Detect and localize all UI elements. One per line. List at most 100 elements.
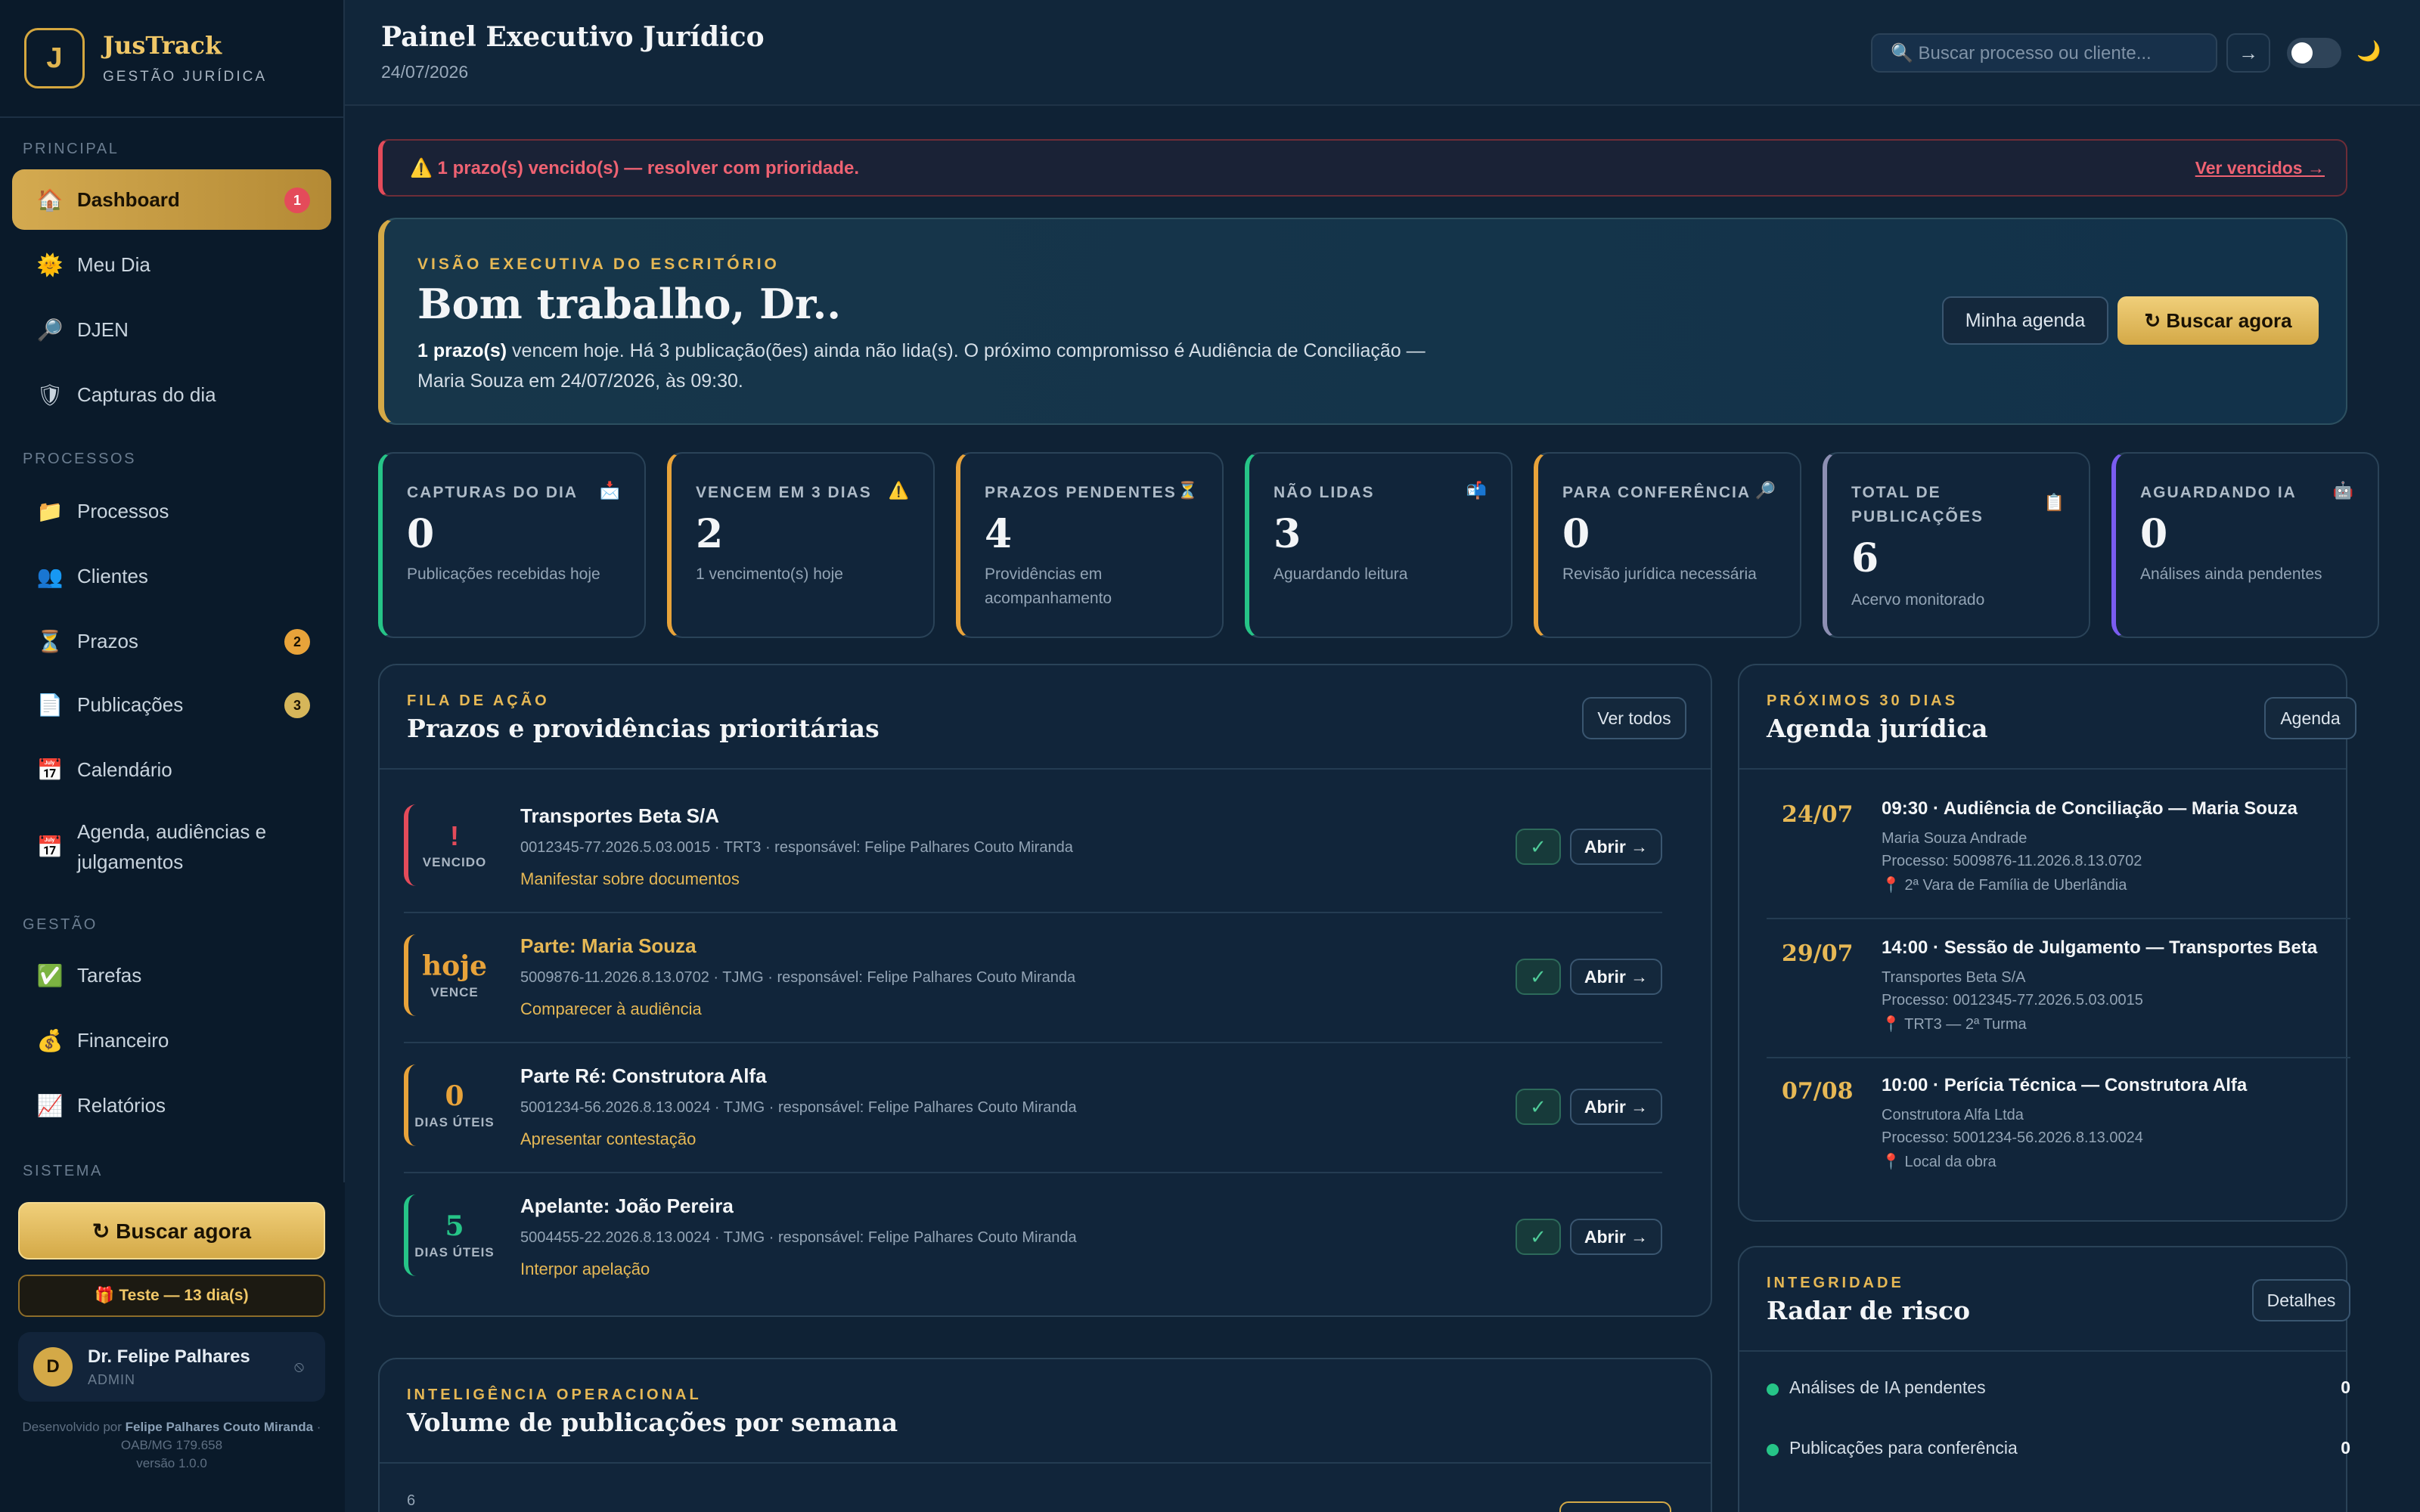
- user-card[interactable]: D Dr. Felipe Palhares ADMIN ⦸: [18, 1332, 325, 1402]
- agenda-event[interactable]: 07/08 10:00 · Perícia Técnica — Construt…: [1767, 1057, 2350, 1196]
- kpi-subtext: Providências em acompanhamento: [985, 565, 1112, 607]
- app-version: versão 1.0.0: [136, 1456, 207, 1470]
- complete-button[interactable]: ✓: [1516, 1219, 1561, 1255]
- chart-tooltip: [1559, 1501, 1671, 1512]
- top-header: Painel Executivo Jurídico 24/07/2026 🔍 B…: [345, 0, 2420, 106]
- page-title: Painel Executivo Jurídico: [381, 21, 765, 53]
- deadline-badge: 0 DIAS ÚTEIS: [404, 1064, 501, 1146]
- ver-vencidos-link[interactable]: Ver vencidos →: [2195, 158, 2325, 178]
- card-eyebrow: INTEGRIDADE: [1767, 1275, 1904, 1291]
- task-name: Parte: Maria Souza: [520, 934, 697, 957]
- sidebar-item-publicacoes[interactable]: 📄 Publicações 3: [12, 674, 331, 735]
- sun-icon: 🌞: [36, 253, 64, 277]
- agenda-button[interactable]: Agenda: [2264, 697, 2356, 739]
- money-bag-icon: 💰: [36, 1028, 64, 1052]
- task-action: Apresentar contestação: [520, 1129, 697, 1148]
- card-title: Agenda jurídica: [1767, 714, 1988, 743]
- hero-eyebrow: VISÃO EXECUTIVA DO ESCRITÓRIO: [417, 256, 780, 273]
- sidebar-item-relatorios[interactable]: 📈 Relatórios: [12, 1075, 331, 1136]
- card-title: Prazos e providências prioritárias: [407, 714, 880, 743]
- open-button[interactable]: Abrir →: [1570, 1089, 1662, 1125]
- task-meta: 0012345-77.2026.5.03.0015 · TRT3 · respo…: [520, 839, 1073, 856]
- task-meta: 5004455-22.2026.8.13.0024 · TJMG · respo…: [520, 1229, 1077, 1246]
- sidebar-item-financeiro[interactable]: 💰 Financeiro: [12, 1010, 331, 1070]
- open-button[interactable]: Abrir →: [1570, 1219, 1662, 1255]
- sidebar-item-djen[interactable]: 🔎 DJEN: [12, 299, 331, 360]
- kpi-value: 6: [1851, 535, 1879, 581]
- kpi-vencem[interactable]: VENCEM EM 3 DIAS ⚠️ 2 1 vencimento(s) ho…: [667, 452, 935, 638]
- sidebar-item-label: Meu Dia: [77, 253, 150, 276]
- event-place: 📍 2ª Vara de Família de Uberlândia: [1882, 877, 2127, 894]
- ver-todos-button[interactable]: Ver todos: [1582, 697, 1686, 739]
- agenda-event[interactable]: 29/07 14:00 · Sessão de Julgamento — Tra…: [1767, 919, 2350, 1058]
- open-button[interactable]: Abrir →: [1570, 829, 1662, 865]
- agenda-event[interactable]: 24/07 09:30 · Audiência de Conciliação —…: [1767, 780, 2350, 919]
- kpi-total-publicacoes[interactable]: TOTAL DE PUBLICAÇÕES 📋 6 Acervo monitora…: [1823, 452, 2090, 638]
- event-process: Processo: 5001234-56.2026.8.13.0024: [1882, 1129, 2143, 1146]
- event-party: Construtora Alfa Ltda: [1882, 1107, 2024, 1123]
- sidebar-item-label: Dashboard: [77, 187, 180, 211]
- card-divider: [1739, 1350, 2346, 1352]
- hero-title: Bom trabalho, Dr..: [417, 280, 842, 328]
- kpi-value: 0: [2140, 511, 2168, 557]
- sidebar-item-dashboard[interactable]: 🏠 Dashboard 1: [12, 169, 331, 230]
- event-process: Processo: 5009876-11.2026.8.13.0702: [1882, 853, 2142, 869]
- calendar-icon: 📅: [36, 758, 64, 782]
- search-go-button[interactable]: →: [2226, 33, 2270, 73]
- deadline-unit: DIAS ÚTEIS: [414, 1245, 495, 1259]
- sidebar-item-tarefas[interactable]: ✅ Tarefas: [12, 945, 331, 1005]
- deadline-value: !: [450, 820, 459, 851]
- volume-chart-card: INTELIGÊNCIA OPERACIONAL Volume de publi…: [378, 1358, 1712, 1512]
- sidebar-item-processos[interactable]: 📁 Processos: [12, 481, 331, 541]
- hero-buscar-button[interactable]: ↻ Buscar agora: [2118, 296, 2319, 345]
- hero-summary: 1 prazo(s) vencem hoje. Há 3 publicação(…: [417, 336, 1476, 396]
- sidebar-item-label: Calendário: [77, 758, 172, 781]
- magnifier-icon: 🔎: [1754, 481, 1776, 500]
- kpi-prazos-pendentes[interactable]: PRAZOS PENDENTES ⏳ 4 Providências em aco…: [956, 452, 1224, 638]
- detalhes-button[interactable]: Detalhes: [2252, 1279, 2350, 1321]
- sidebar-item-clientes[interactable]: 👥 Clientes: [12, 546, 331, 606]
- kpi-nao-lidas[interactable]: NÃO LIDAS 📬 3 Aguardando leitura: [1245, 452, 1512, 638]
- sidebar-item-label: Processos: [77, 499, 169, 522]
- task-action: Manifestar sobre documentos: [520, 869, 740, 888]
- open-button[interactable]: Abrir →: [1570, 959, 1662, 995]
- risk-value: 0: [2341, 1438, 2350, 1458]
- moon-icon: 🌙: [2356, 39, 2381, 62]
- hourglass-icon: ⏳: [1177, 481, 1198, 500]
- kpi-capturas[interactable]: CAPTURAS DO DIA 📩 0 Publicações recebida…: [378, 452, 646, 638]
- complete-button[interactable]: ✓: [1516, 829, 1561, 865]
- kpi-label: VENCEM EM 3 DIAS: [696, 484, 872, 501]
- hourglass-icon: ⏳: [36, 629, 64, 653]
- event-place: 📍 TRT3 — 2ª Turma: [1882, 1016, 2027, 1033]
- dev-name: Felipe Palhares Couto Miranda: [125, 1420, 314, 1434]
- kpi-label: PRAZOS PENDENTES: [985, 484, 1177, 501]
- logout-icon[interactable]: ⦸: [294, 1359, 304, 1376]
- kpi-subtext: Aguardando leitura: [1274, 565, 1408, 583]
- risk-item: Análises de IA pendentes 0: [1767, 1377, 2350, 1408]
- section-principal: PRINCIPAL: [23, 141, 119, 157]
- event-party: Transportes Beta S/A: [1882, 969, 2026, 986]
- sidebar-item-prazos[interactable]: ⏳ Prazos 2: [12, 611, 331, 671]
- risk-label: Publicações para conferência: [1789, 1438, 2018, 1458]
- sidebar-item-meu-dia[interactable]: 🌞 Meu Dia: [12, 234, 331, 295]
- tasks-card: FILA DE AÇÃO Prazos e providências prior…: [378, 664, 1712, 1317]
- main-content: ⚠️ 1 prazo(s) vencido(s) — resolver com …: [345, 106, 2420, 1512]
- trial-badge[interactable]: 🎁 Teste — 13 dia(s): [18, 1275, 325, 1317]
- count-badge: 3: [284, 692, 310, 718]
- deadline-badge: ! VENCIDO: [404, 804, 501, 886]
- avatar: D: [33, 1347, 73, 1387]
- complete-button[interactable]: ✓: [1516, 1089, 1561, 1125]
- sidebar-item-capturas[interactable]: 🛡 Capturas do dia: [12, 364, 331, 425]
- sidebar-item-agenda[interactable]: 📅 Agenda, audiências e julgamentos: [12, 806, 331, 888]
- folder-icon: 📁: [36, 499, 64, 523]
- search-input[interactable]: 🔍 Buscar processo ou cliente...: [1871, 33, 2217, 73]
- buscar-agora-button[interactable]: ↻ Buscar agora: [18, 1202, 325, 1259]
- complete-button[interactable]: ✓: [1516, 959, 1561, 995]
- kpi-conferencia[interactable]: PARA CONFERÊNCIA 🔎 0 Revisão jurídica ne…: [1534, 452, 1801, 638]
- minha-agenda-button[interactable]: Minha agenda: [1942, 296, 2108, 345]
- kpi-aguardando-ia[interactable]: AGUARDANDO IA 🤖 0 Análises ainda pendent…: [2111, 452, 2379, 638]
- sidebar-item-calendario[interactable]: 📅 Calendário: [12, 739, 331, 800]
- theme-toggle[interactable]: [2287, 38, 2341, 68]
- event-title: 09:30 · Audiência de Conciliação — Maria…: [1882, 798, 2297, 819]
- dev-prefix: Desenvolvido por: [22, 1420, 126, 1434]
